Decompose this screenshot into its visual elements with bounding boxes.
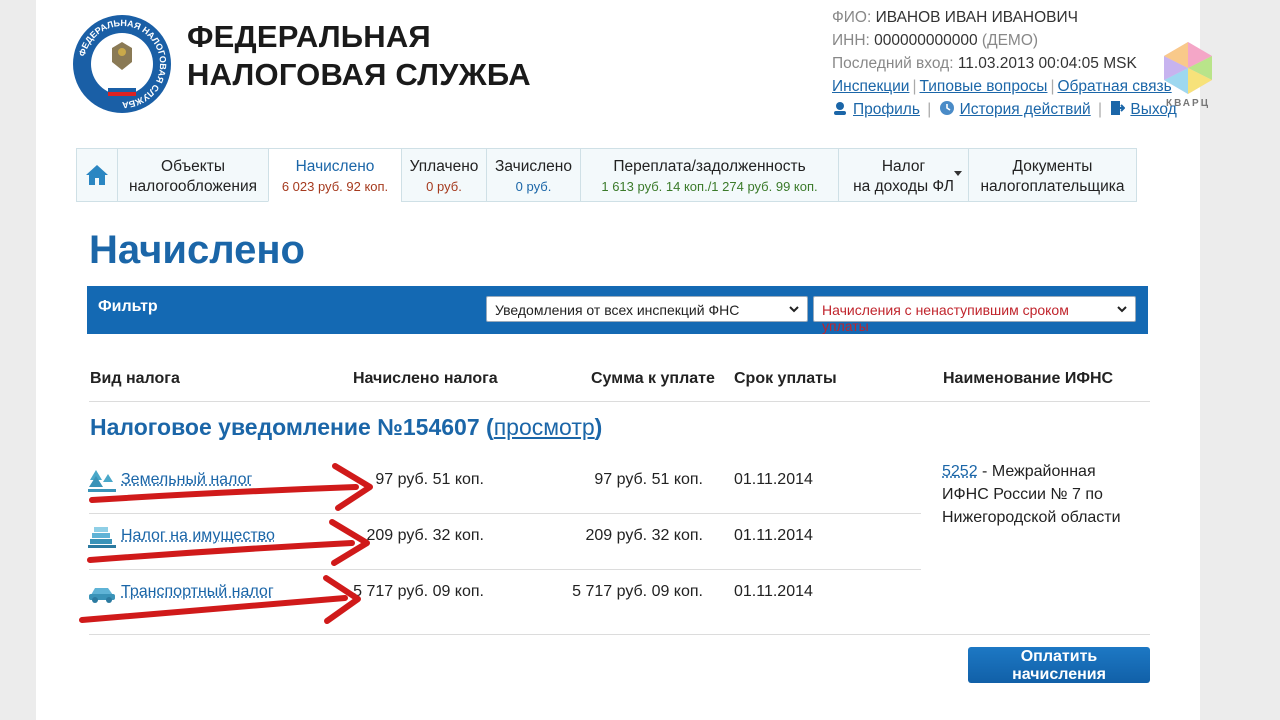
table-bottom-divider — [89, 634, 1150, 635]
kvarc-watermark: КВАРЦ — [1160, 40, 1216, 112]
tab-label: Уплачено — [409, 158, 479, 175]
tab-accrued[interactable]: Начислено 6 023 руб. 92 коп. — [268, 148, 402, 202]
organization-name-line2: НАЛОГОВАЯ СЛУЖБА — [187, 57, 531, 92]
home-icon — [86, 165, 108, 185]
tab-label: Зачислено — [495, 158, 572, 175]
land-tax-link[interactable]: Земельный налог — [121, 471, 252, 489]
property-icon — [88, 527, 116, 548]
inn-label: ИНН: — [832, 32, 870, 49]
tab-paid[interactable]: Уплачено 0 руб. — [401, 148, 487, 202]
land-icon — [88, 470, 116, 492]
chevron-down-icon — [1117, 306, 1127, 313]
tab-tax-objects[interactable]: Объекты налогообложения — [117, 148, 269, 202]
due-property: 01.11.2014 — [734, 527, 813, 544]
accrued-transport: 5 717 руб. 09 коп. — [353, 583, 484, 600]
chevron-down-icon — [789, 306, 799, 313]
accrued-land: 97 руб. 51 коп. — [375, 471, 484, 488]
to-pay-property: 209 руб. 32 коп. — [585, 527, 703, 544]
inspections-link[interactable]: Инспекции — [832, 78, 909, 95]
car-icon — [89, 588, 115, 603]
tab-label: Начислено — [295, 158, 375, 175]
tax-notice-title: Налоговое уведомление №154607 (просмотр) — [90, 414, 603, 440]
tab-label: Объекты — [161, 158, 225, 175]
header-accrued: Начислено налога — [353, 370, 498, 387]
tab-amount: 1 613 руб. 14 коп./1 274 руб. 99 коп. — [601, 179, 818, 194]
logout-icon — [1111, 101, 1126, 115]
inn-value: 000000000000 — [874, 32, 978, 49]
page-title: Начислено — [89, 228, 305, 272]
caret-down-icon — [954, 171, 962, 176]
tab-label: налогоплательщика — [980, 178, 1125, 195]
user-panel: ФИО: ИВАНОВ ИВАН ИВАНОВИЧ ИНН: 000000000… — [832, 9, 1177, 118]
filter-label: Фильтр — [98, 298, 158, 315]
ifns-code-link[interactable]: 5252 — [942, 463, 978, 480]
profile-link[interactable]: Профиль — [853, 101, 920, 118]
organization-name-line1: ФЕДЕРАЛЬНАЯ — [187, 19, 431, 54]
accrued-property: 209 руб. 32 коп. — [366, 527, 484, 544]
tab-amount: 6 023 руб. 92 коп. — [281, 179, 389, 194]
tab-label: на доходы ФЛ — [853, 178, 954, 195]
due-land: 01.11.2014 — [734, 471, 813, 488]
fio-label: ФИО: — [832, 9, 872, 26]
due-transport: 01.11.2014 — [734, 583, 813, 600]
last-login-label: Последний вход: — [832, 55, 954, 72]
kvarc-watermark-text: КВАРЦ — [1165, 98, 1211, 109]
inspections-select[interactable]: Уведомления от всех инспекций ФНС — [486, 296, 808, 322]
header-ifns: Наименование ИФНС — [943, 370, 1114, 387]
tab-label: Документы — [1012, 158, 1093, 175]
last-login-value: 11.03.2013 00:04:05 MSK — [957, 55, 1137, 72]
notice-view-link[interactable]: просмотр — [494, 414, 595, 440]
organization-name: ФЕДЕРАЛЬНАЯ НАЛОГОВАЯ СЛУЖБА — [187, 18, 531, 94]
header-due-date: Срок уплаты — [734, 370, 837, 387]
tab-credited[interactable]: Зачислено 0 руб. — [486, 148, 581, 202]
inn-demo-note: (ДЕМО) — [981, 32, 1039, 49]
feedback-link[interactable]: Обратная связь — [1057, 78, 1171, 95]
period-select-value: Начисления с ненаступившим сроком уплаты — [822, 302, 1069, 334]
header-tax-type: Вид налога — [90, 370, 180, 387]
tab-amount: 0 руб. — [515, 179, 552, 194]
main-tabs: Объекты налогообложения Начислено 6 023 … — [76, 148, 1137, 202]
tax-notice-number: Налоговое уведомление №154607 — [90, 414, 480, 440]
ifns-info: 5252 - Межрайонная ИФНС России № 7 по Ни… — [942, 460, 1142, 529]
row-divider — [89, 513, 921, 514]
fio-value: ИВАНОВ ИВАН ИВАНОВИЧ — [875, 9, 1078, 26]
tab-label: налогообложения — [128, 178, 258, 195]
property-tax-link[interactable]: Налог на имущество — [121, 527, 275, 545]
history-link[interactable]: История действий — [960, 101, 1091, 118]
fns-emblem-icon: ФЕДЕРАЛЬНАЯ НАЛОГОВАЯ СЛУЖБА — [73, 15, 171, 113]
tab-amount: 0 руб. — [426, 179, 462, 194]
history-icon — [939, 101, 954, 115]
tab-personal-income-tax[interactable]: Налог на доходы ФЛ — [838, 148, 969, 202]
to-pay-transport: 5 717 руб. 09 коп. — [572, 583, 703, 600]
tab-overpayment-debt[interactable]: Переплата/задолженность 1 613 руб. 14 ко… — [580, 148, 839, 202]
row-divider — [89, 569, 921, 570]
profile-icon — [834, 102, 846, 115]
header-to-pay: Сумма к уплате — [591, 370, 715, 387]
period-select[interactable]: Начисления с ненаступившим сроком уплаты — [813, 296, 1136, 334]
tab-label: Переплата/задолженность — [613, 158, 806, 175]
inspections-select-value: Уведомления от всех инспекций ФНС — [495, 302, 740, 318]
faq-link[interactable]: Типовые вопросы — [919, 78, 1047, 95]
to-pay-land: 97 руб. 51 коп. — [594, 471, 703, 488]
pay-accruals-button[interactable]: Оплатить начисления — [968, 647, 1150, 683]
tab-label: Налог — [881, 158, 926, 175]
filter-bar: Фильтр Уведомления от всех инспекций ФНС… — [87, 286, 1148, 334]
header-divider — [89, 401, 1150, 402]
transport-tax-link[interactable]: Транспортный налог — [121, 583, 274, 601]
tab-home[interactable] — [76, 148, 118, 202]
kvarc-logo-icon — [1164, 42, 1212, 94]
tab-taxpayer-documents[interactable]: Документы налогоплательщика — [968, 148, 1137, 202]
